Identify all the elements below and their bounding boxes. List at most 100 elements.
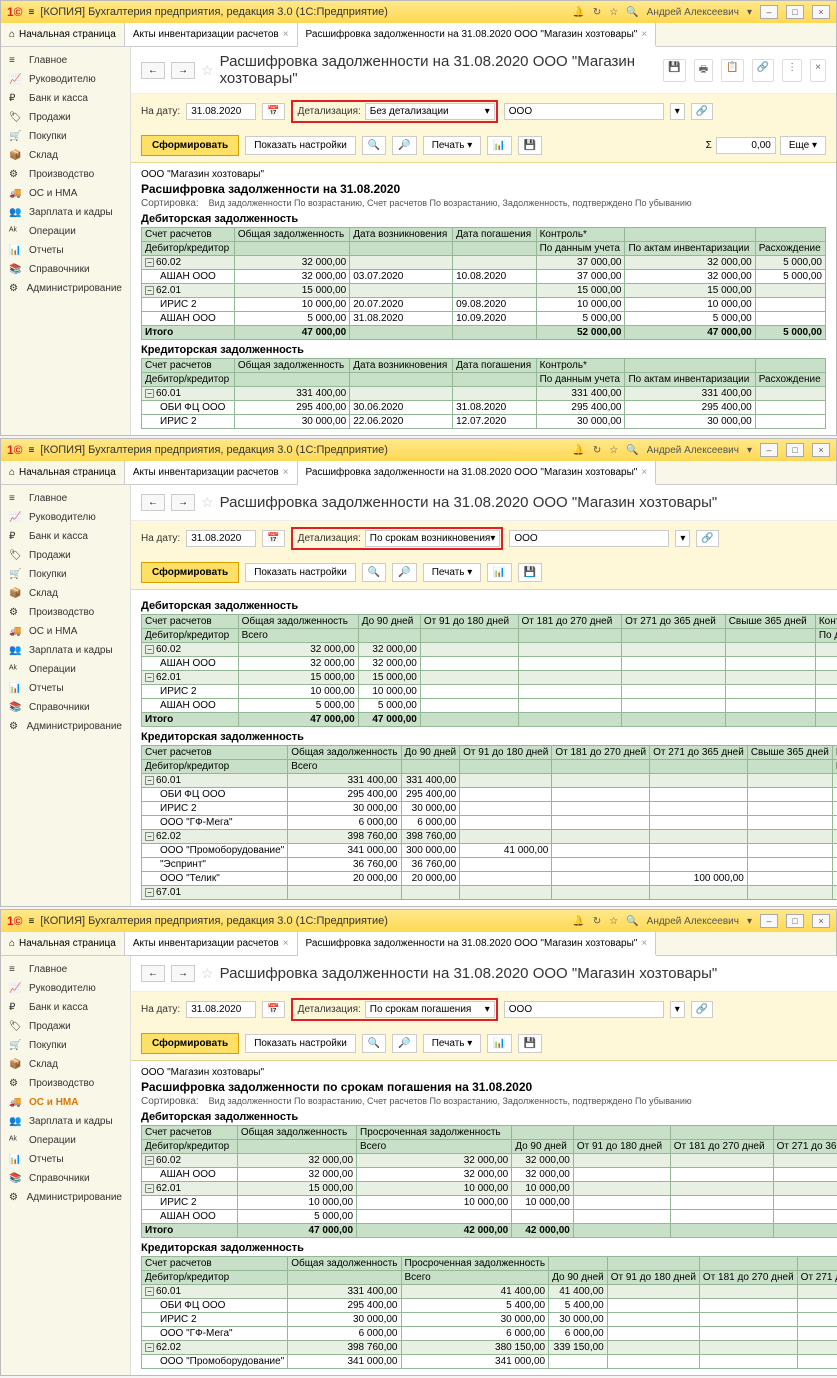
export-icon[interactable]: 📊 (487, 563, 511, 582)
settings-button[interactable]: Показать настройки (245, 136, 356, 155)
minimize-button[interactable]: – (760, 443, 778, 457)
sidebar-item-12[interactable]: ⚙ Администрирование (1, 279, 130, 298)
search-replace-icon[interactable]: 🔎 (392, 563, 416, 582)
collapse-icon[interactable]: − (145, 832, 154, 841)
close-icon[interactable]: × (283, 467, 289, 478)
sidebar-item-10[interactable]: 📊 Отчеты (1, 679, 130, 698)
back-button[interactable]: ← (141, 494, 165, 511)
search-icon[interactable]: 🔍 (362, 563, 386, 582)
date-input[interactable] (186, 103, 256, 120)
user-label[interactable]: Андрей Алексеевич (647, 7, 739, 18)
sidebar-item-6[interactable]: ⚙ Производство (1, 603, 130, 622)
tab-inventory[interactable]: Акты инвентаризации расчетов× (125, 461, 298, 484)
sidebar-item-3[interactable]: 🏷 Продажи (1, 108, 130, 127)
org-dropdown-icon[interactable]: ▾ (670, 1001, 685, 1018)
more-icon[interactable]: ⋮ (782, 59, 802, 82)
close-icon[interactable]: × (641, 938, 647, 949)
sidebar-item-0[interactable]: ≡ Главное (1, 489, 130, 508)
sidebar-item-11[interactable]: 📚 Справочники (1, 698, 130, 717)
tab-report[interactable]: Расшифровка задолженности на 31.08.2020 … (298, 461, 657, 485)
save-icon[interactable]: 💾 (518, 136, 542, 155)
menu-icon[interactable]: ≡ (29, 445, 35, 456)
tab-report[interactable]: Расшифровка задолженности на 31.08.2020 … (298, 932, 657, 956)
sidebar-item-8[interactable]: 👥 Зарплата и кадры (1, 203, 130, 222)
collapse-icon[interactable]: − (145, 1184, 154, 1193)
sidebar-item-7[interactable]: 🚚 ОС и НМА (1, 1093, 130, 1112)
collapse-icon[interactable]: − (145, 258, 154, 267)
print-button[interactable]: Печать ▾ (423, 1034, 482, 1053)
settings-button[interactable]: Показать настройки (245, 1034, 356, 1053)
user-label[interactable]: Андрей Алексеевич (647, 916, 739, 927)
tab-report[interactable]: Расшифровка задолженности на 31.08.2020 … (298, 23, 657, 47)
detail-select[interactable]: По срокам возникновения ▾ (365, 530, 501, 547)
sidebar-item-10[interactable]: 📊 Отчеты (1, 1150, 130, 1169)
collapse-icon[interactable]: − (145, 1343, 154, 1352)
date-input[interactable] (186, 530, 256, 547)
close-button[interactable]: × (812, 914, 830, 928)
save-icon[interactable]: 💾 (518, 563, 542, 582)
link-icon[interactable]: 🔗 (752, 59, 774, 82)
user-menu-icon[interactable]: ▾ (747, 916, 752, 927)
collapse-icon[interactable]: − (145, 1287, 154, 1296)
collapse-icon[interactable]: − (145, 888, 154, 897)
maximize-button[interactable]: □ (786, 5, 804, 19)
more-button[interactable]: Еще ▾ (780, 136, 826, 155)
sidebar-item-5[interactable]: 📦 Склад (1, 146, 130, 165)
sidebar-item-1[interactable]: 📈 Руководителю (1, 979, 130, 998)
sidebar-item-9[interactable]: ᴬᵏ Операции (1, 222, 130, 241)
form-button[interactable]: Сформировать (141, 562, 239, 583)
bell-icon[interactable]: 🔔 (572, 7, 584, 18)
star-icon[interactable]: ☆ (609, 7, 618, 18)
search-replace-icon[interactable]: 🔎 (392, 136, 416, 155)
org-input[interactable] (504, 1001, 664, 1018)
forward-button[interactable]: → (171, 965, 195, 982)
favorite-icon[interactable]: ☆ (201, 494, 214, 511)
sum-input[interactable] (716, 137, 776, 154)
user-menu-icon[interactable]: ▾ (747, 445, 752, 456)
collapse-icon[interactable]: − (145, 673, 154, 682)
back-button[interactable]: ← (141, 965, 165, 982)
history-icon[interactable]: ↻ (593, 7, 601, 18)
settings-button[interactable]: Показать настройки (245, 563, 356, 582)
form-button[interactable]: Сформировать (141, 1033, 239, 1054)
sidebar-item-3[interactable]: 🏷 Продажи (1, 546, 130, 565)
home-tab[interactable]: ⌂Начальная страница (1, 461, 125, 484)
sidebar-item-5[interactable]: 📦 Склад (1, 1055, 130, 1074)
bell-icon[interactable]: 🔔 (572, 445, 584, 456)
sidebar-item-2[interactable]: ₽ Банк и касса (1, 89, 130, 108)
sidebar-item-6[interactable]: ⚙ Производство (1, 165, 130, 184)
collapse-icon[interactable]: − (145, 645, 154, 654)
menu-icon[interactable]: ≡ (29, 7, 35, 18)
org-link-icon[interactable]: 🔗 (691, 103, 713, 120)
back-button[interactable]: ← (141, 62, 165, 79)
export-icon[interactable]: 📊 (487, 136, 511, 155)
sidebar-item-5[interactable]: 📦 Склад (1, 584, 130, 603)
forward-button[interactable]: → (171, 494, 195, 511)
menu-icon[interactable]: ≡ (29, 916, 35, 927)
sidebar-item-8[interactable]: 👥 Зарплата и кадры (1, 641, 130, 660)
org-input[interactable] (504, 103, 664, 120)
minimize-button[interactable]: – (760, 5, 778, 19)
print-icon[interactable]: 🖶 (694, 59, 713, 82)
sidebar-item-7[interactable]: 🚚 ОС и НМА (1, 622, 130, 641)
close-icon[interactable]: × (283, 29, 289, 40)
search-icon[interactable]: 🔍 (362, 136, 386, 155)
close-icon[interactable]: × (283, 938, 289, 949)
collapse-icon[interactable]: − (145, 389, 154, 398)
sidebar-item-0[interactable]: ≡ Главное (1, 960, 130, 979)
save-icon[interactable]: 💾 (663, 59, 685, 82)
save-icon[interactable]: 💾 (518, 1034, 542, 1053)
sidebar-item-11[interactable]: 📚 Справочники (1, 1169, 130, 1188)
sidebar-item-9[interactable]: ᴬᵏ Операции (1, 660, 130, 679)
org-input[interactable] (509, 530, 669, 547)
close-panel-icon[interactable]: × (810, 59, 826, 82)
history-icon[interactable]: ↻ (593, 445, 601, 456)
forward-button[interactable]: → (171, 62, 195, 79)
sidebar-item-8[interactable]: 👥 Зарплата и кадры (1, 1112, 130, 1131)
calendar-icon[interactable]: 📅 (262, 530, 284, 547)
calendar-icon[interactable]: 📅 (262, 103, 284, 120)
history-icon[interactable]: ↻ (593, 916, 601, 927)
org-dropdown-icon[interactable]: ▾ (670, 103, 685, 120)
sidebar-item-2[interactable]: ₽ Банк и касса (1, 998, 130, 1017)
print-button[interactable]: Печать ▾ (423, 563, 482, 582)
